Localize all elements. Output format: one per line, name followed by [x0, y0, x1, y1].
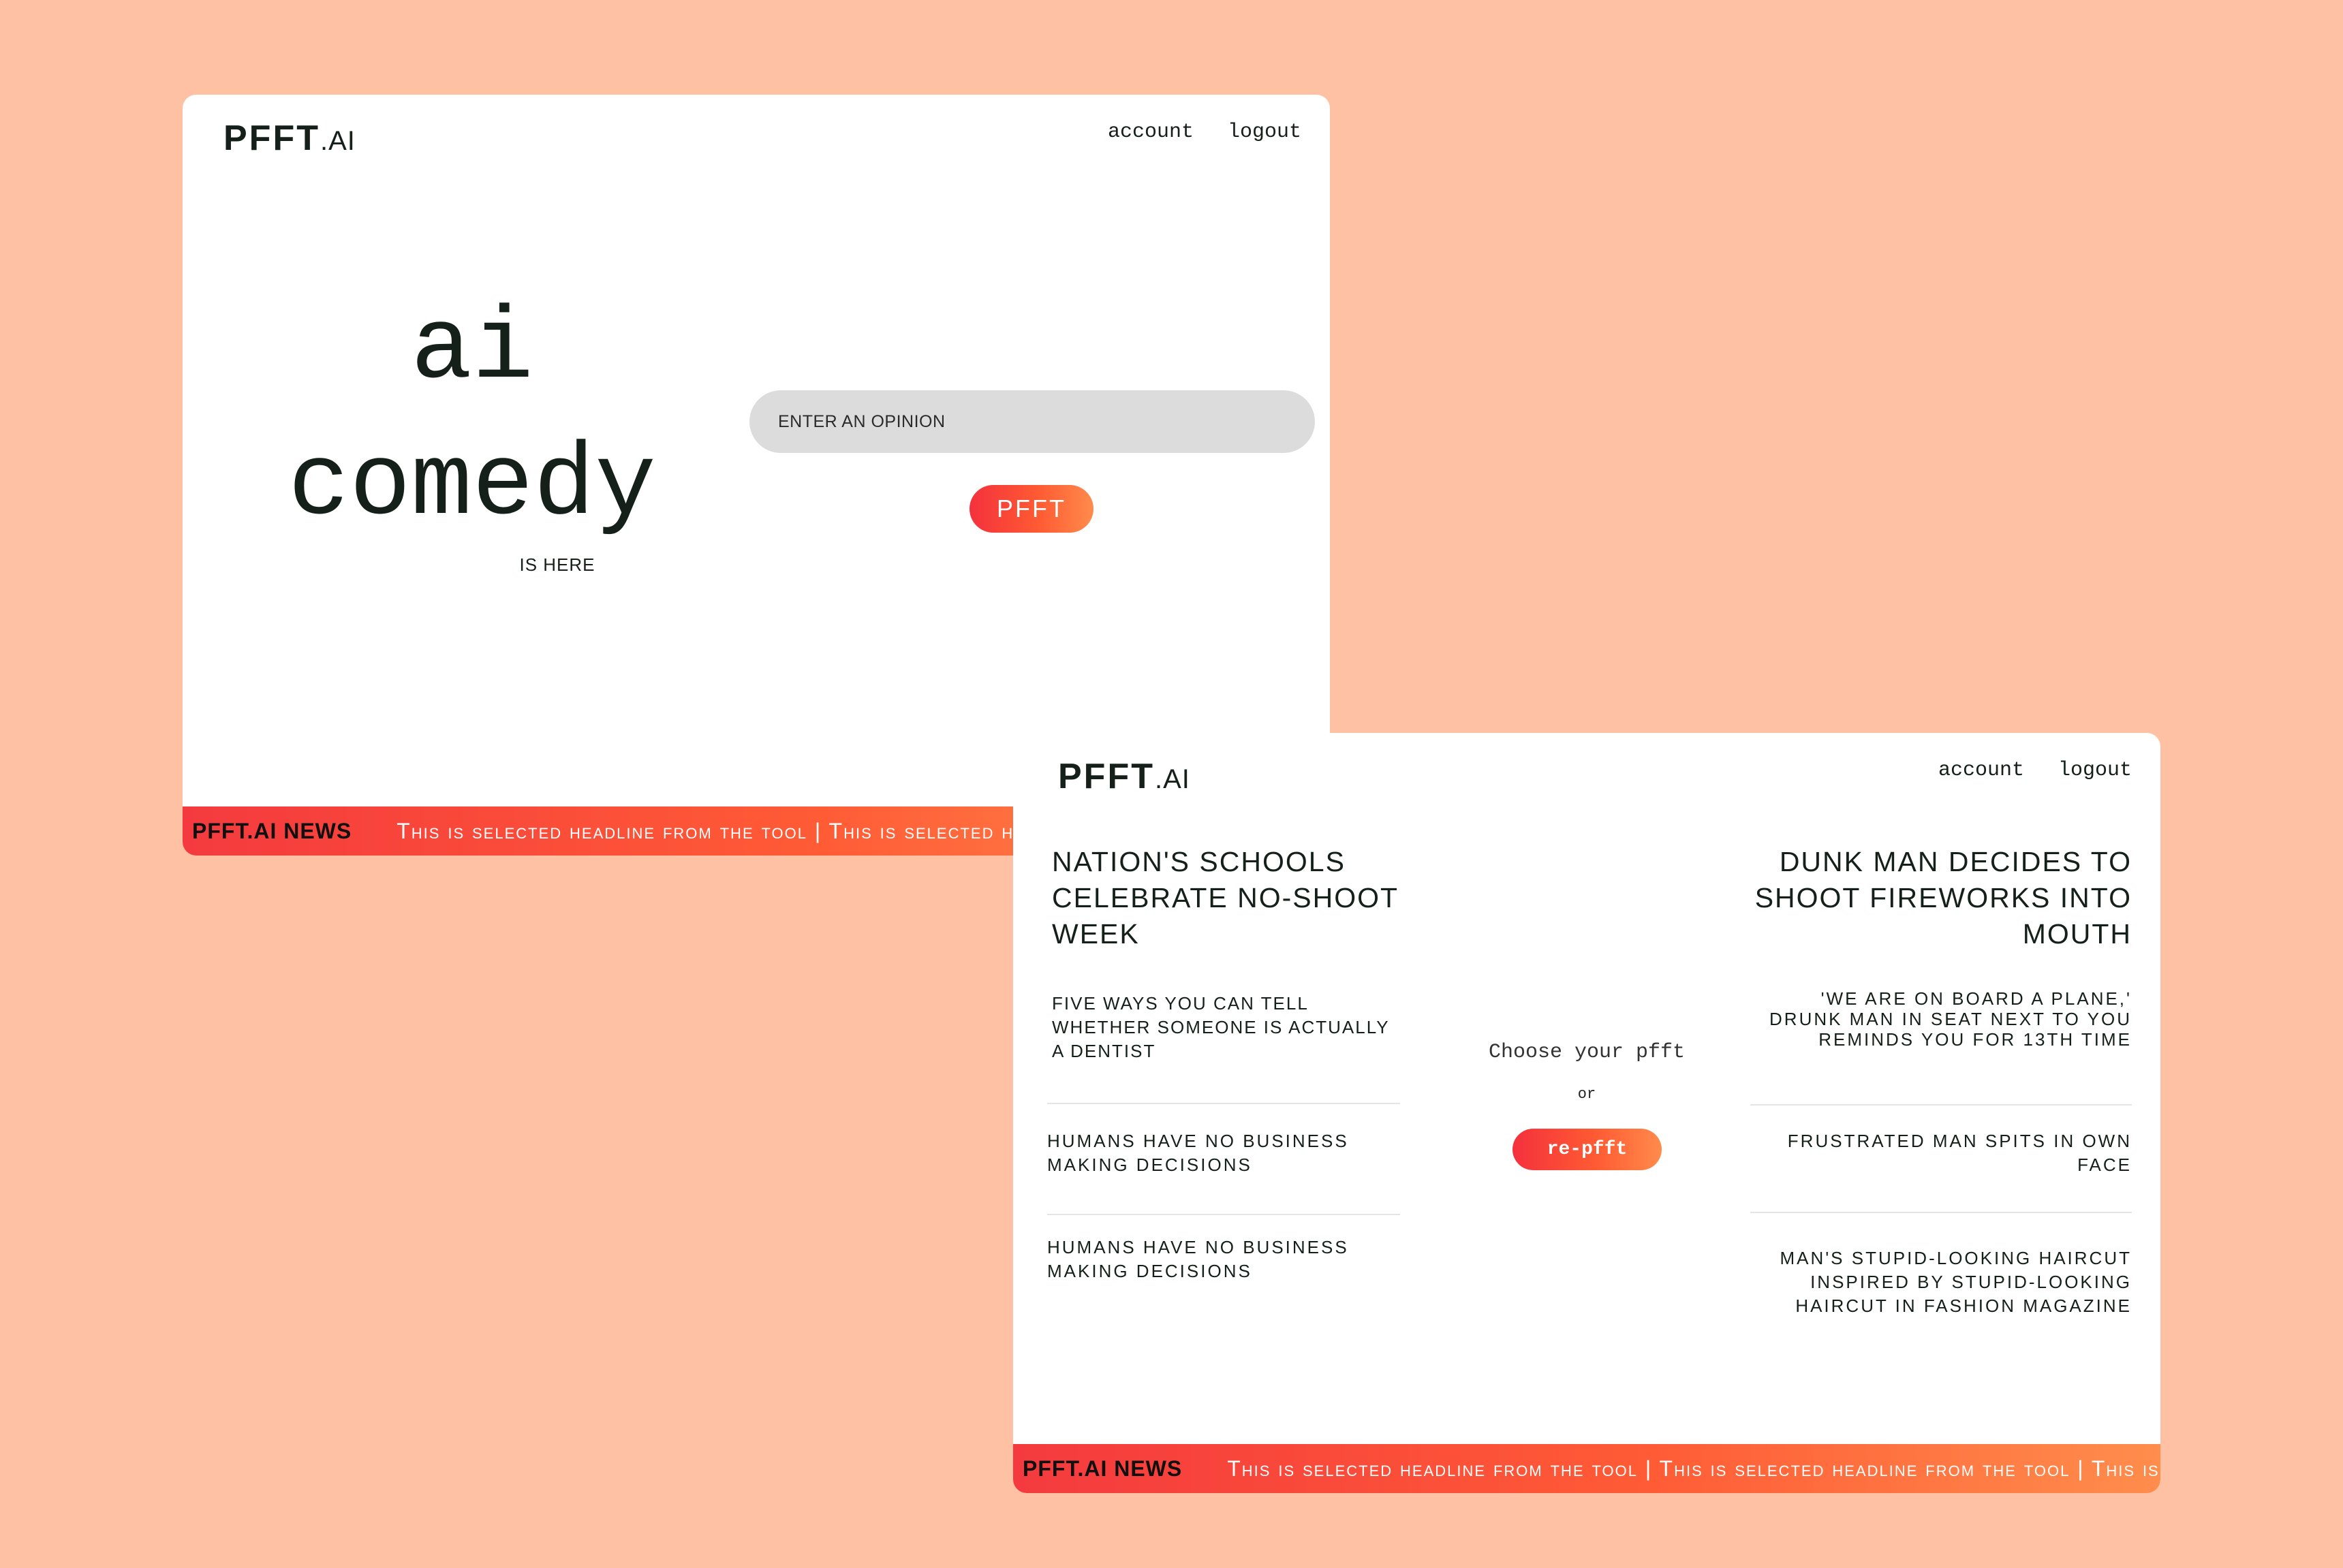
top-nav: account logout — [1108, 121, 1301, 144]
hero-title-line1: ai — [410, 292, 534, 408]
divider — [1750, 1104, 2132, 1106]
results-window: PFFT.AI account logout NATION'S SCHOOLS … — [1013, 733, 2160, 1493]
account-link[interactable]: account — [1938, 759, 2024, 782]
or-label: or — [1577, 1086, 1596, 1103]
news-ticker: PFFT.AI NEWS This is selected headline f… — [1013, 1444, 2160, 1493]
logo-suffix: .AI — [1154, 764, 1190, 794]
divider — [1750, 1212, 2132, 1213]
pfft-button[interactable]: PFFT — [969, 485, 1093, 533]
ticker-tag: PFFT.AI NEWS — [192, 818, 352, 843]
account-link[interactable]: account — [1108, 121, 1194, 144]
logo-suffix: .AI — [320, 126, 356, 156]
logo-name: PFFT — [223, 119, 320, 158]
divider — [1047, 1214, 1400, 1215]
opinion-input[interactable] — [749, 390, 1315, 453]
logout-link[interactable]: logout — [1228, 121, 1301, 144]
right-headline-3[interactable]: MAN'S STUPID-LOOKING HAIRCUT INSPIRED BY… — [1750, 1246, 2132, 1318]
left-headline-2[interactable]: HUMANS HAVE NO BUSINESS MAKING DECISIONS — [1047, 1129, 1415, 1177]
right-headline-2[interactable]: FRUSTRATED MAN SPITS IN OWN FACE — [1750, 1129, 2132, 1177]
hero-title-line2: comedy — [288, 428, 657, 544]
re-pfft-button[interactable]: re-pfft — [1512, 1129, 1662, 1170]
left-headline-3[interactable]: HUMANS HAVE NO BUSINESS MAKING DECISIONS — [1047, 1236, 1415, 1283]
logo[interactable]: PFFT.AI — [223, 118, 356, 159]
hero-subtitle: IS HERE — [519, 554, 595, 575]
left-headline-1[interactable]: FIVE WAYS YOU CAN TELL WHETHER SOMEONE I… — [1052, 992, 1399, 1063]
logo[interactable]: PFFT.AI — [1058, 756, 1190, 797]
right-headline-1[interactable]: 'WE ARE ON BOARD A PLANE,' DRUNK MAN IN … — [1750, 988, 2132, 1050]
choose-prompt: Choose your pfft — [1488, 1041, 1686, 1064]
ticker-text: This is selected headline from the tool … — [1227, 1456, 2160, 1481]
right-main-headline[interactable]: DUNK MAN DECIDES TO SHOOT FIREWORKS INTO… — [1723, 844, 2132, 952]
left-main-headline[interactable]: NATION'S SCHOOLS CELEBRATE NO-SHOOT WEEK — [1052, 844, 1433, 952]
divider — [1047, 1103, 1400, 1104]
ticker-tag: PFFT.AI NEWS — [1023, 1456, 1183, 1481]
logo-name: PFFT — [1058, 757, 1155, 796]
logout-link[interactable]: logout — [2058, 759, 2132, 782]
top-nav: account logout — [1938, 759, 2132, 782]
